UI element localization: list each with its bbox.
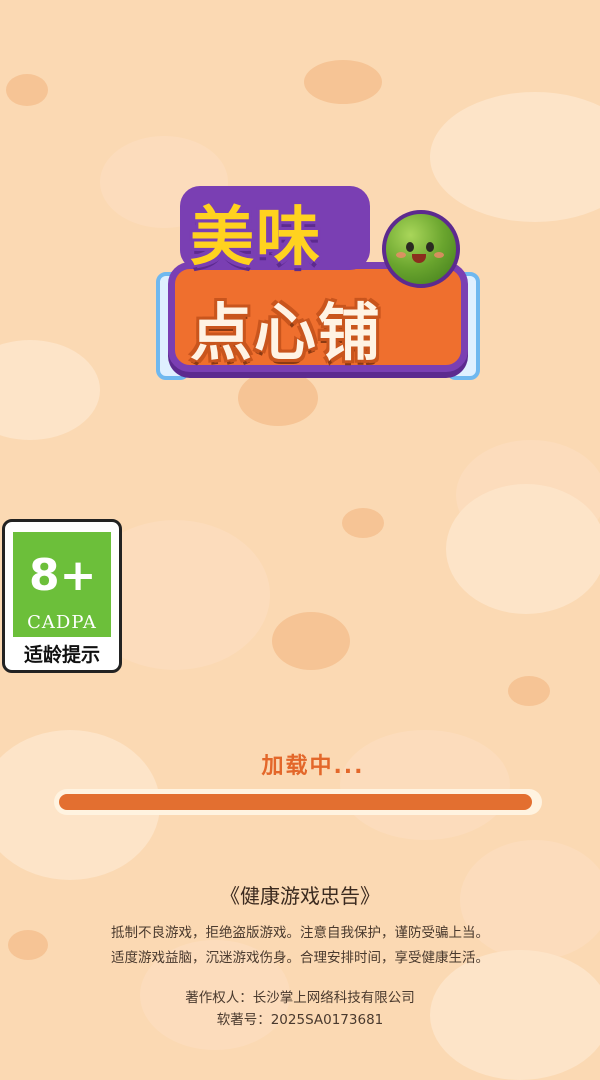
loading-text: 加载中... (261, 754, 365, 779)
loading-progress-fill (59, 794, 533, 810)
health-advice-title: 《健康游戏忠告》 (220, 884, 380, 908)
health-advice-line-2: 适度游戏益脑，沉迷游戏伤身。合理安排时间，享受健康生活。 (111, 950, 489, 966)
age-rating-number: 8+ (29, 550, 97, 601)
copyright-owner: 著作权人：长沙掌上网络科技有限公司 (185, 990, 415, 1006)
logo-title-line1: 美味 (190, 201, 322, 275)
age-rating-green-box: 8+ CADPA (13, 532, 111, 637)
age-rating-org: CADPA (27, 612, 97, 633)
green-ball-icon (382, 210, 460, 288)
game-logo: 美味 点心铺 (150, 180, 480, 390)
loading-progress-bar (54, 789, 542, 815)
age-rating-label: 适龄提示 (23, 644, 100, 666)
software-registration: 软著号：2025SA0173681 (216, 1012, 384, 1028)
health-advice-line-1: 抵制不良游戏，拒绝盗版游戏。注意自我保护，谨防受骗上当。 (111, 925, 489, 941)
logo-title-line2: 点心铺 (190, 296, 383, 369)
age-rating-badge: 8+ CADPA 适龄提示 (2, 519, 122, 673)
